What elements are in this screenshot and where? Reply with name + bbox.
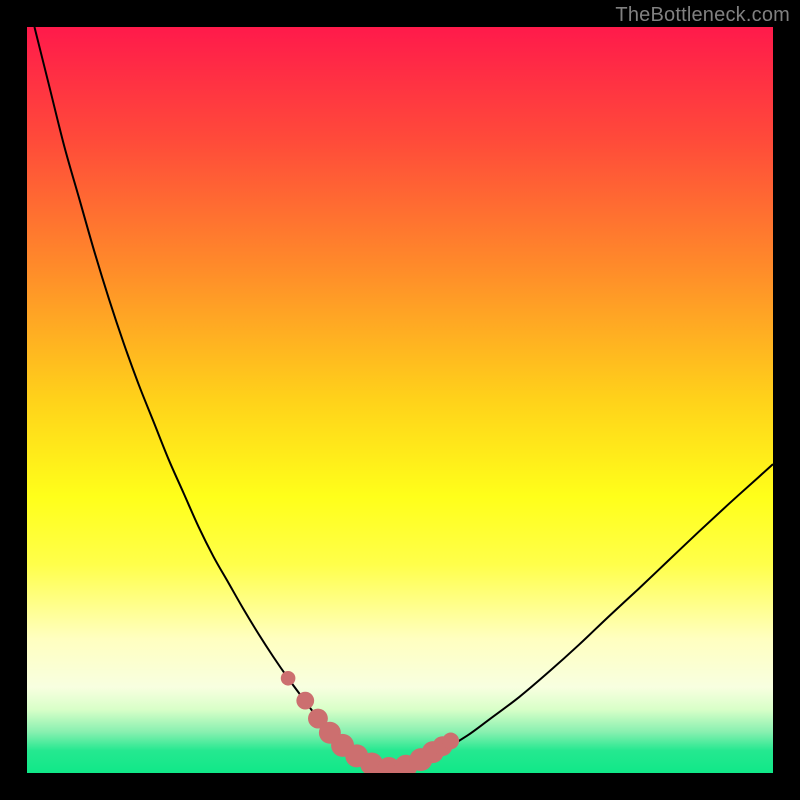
bottleneck-curve bbox=[34, 27, 773, 769]
optimal-dot bbox=[296, 692, 314, 710]
chart-frame: TheBottleneck.com bbox=[0, 0, 800, 800]
optimal-zone-dots bbox=[281, 671, 459, 773]
plot-area bbox=[27, 27, 773, 773]
optimal-dot bbox=[281, 671, 296, 686]
curve-layer bbox=[27, 27, 773, 773]
watermark-text: TheBottleneck.com bbox=[615, 4, 790, 27]
optimal-dot bbox=[442, 733, 459, 750]
